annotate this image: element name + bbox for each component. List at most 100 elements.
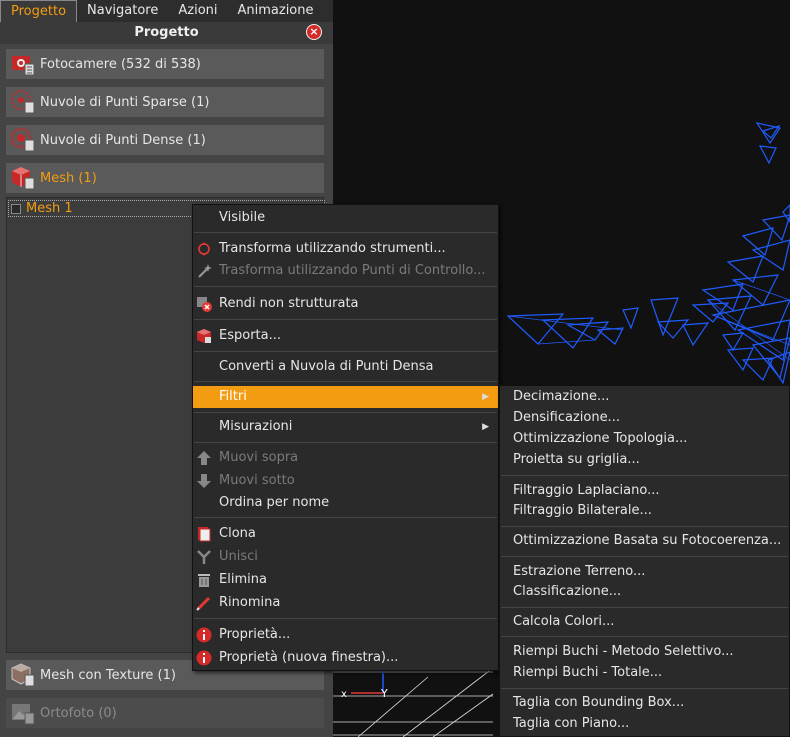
merge-icon	[197, 550, 211, 564]
submenu-item-laplacian[interactable]: Filtraggio Laplaciano...	[500, 480, 789, 502]
submenu-item-cut-bbox[interactable]: Taglia con Bounding Box...	[500, 692, 789, 714]
menu-separator	[194, 232, 497, 233]
submenu-item-grid[interactable]: Proietta su griglia...	[500, 449, 789, 471]
panel-tabs: Progetto Navigatore Azioni Animazione	[0, 0, 333, 22]
submenu-item-photocoherence[interactable]: Ottimizzazione Basata su Fotocoerenza...	[500, 530, 789, 552]
magic-wand-icon	[198, 264, 212, 278]
export-label: Esporta...	[219, 328, 281, 343]
trash-icon	[198, 574, 210, 587]
menu-item-filters[interactable]: Filtri ▶	[193, 386, 498, 408]
export-cube-icon	[197, 329, 211, 343]
section-dense-cloud[interactable]: Nuvole di Punti Dense (1)	[6, 125, 324, 155]
mesh-1-label: Mesh 1	[26, 201, 73, 216]
submenu-item-densification[interactable]: Densificazione...	[500, 407, 789, 429]
submenu-item-holes-total[interactable]: Riempi Buchi - Totale...	[500, 662, 789, 684]
section-cameras[interactable]: Fotocamere (532 di 538)	[6, 49, 324, 79]
menu-item-rename[interactable]: Rinomina	[193, 592, 498, 614]
panel-title: Progetto	[0, 22, 333, 44]
clone-label: Clona	[219, 526, 256, 541]
menu-separator	[194, 319, 497, 320]
menu-separator	[501, 526, 788, 527]
menu-separator	[194, 351, 497, 352]
menu-item-measurements[interactable]: Misurazioni ▶	[193, 416, 498, 438]
submenu-arrow-icon: ▶	[482, 392, 489, 402]
section-dense-label: Nuvole di Punti Dense (1)	[40, 132, 206, 148]
section-cameras-label: Fotocamere (532 di 538)	[40, 56, 201, 72]
properties-new-label: Proprietà (nuova finestra)...	[219, 650, 399, 665]
section-sparse-label: Nuvole di Punti Sparse (1)	[40, 94, 210, 110]
tab-azioni[interactable]: Azioni	[168, 0, 227, 22]
section-mesh-label: Mesh (1)	[40, 170, 97, 186]
camera-icon	[12, 56, 35, 76]
section-orthophoto[interactable]: Ortofoto (0)	[6, 698, 324, 728]
menu-separator	[194, 618, 497, 619]
menu-separator	[501, 688, 788, 689]
close-icon[interactable]: ×	[306, 24, 322, 40]
clone-icon	[198, 527, 211, 542]
transform-icon	[198, 242, 210, 256]
menu-separator	[501, 556, 788, 557]
textured-mesh-icon	[11, 663, 35, 687]
orthophoto-icon	[12, 704, 35, 725]
submenu-item-colors[interactable]: Calcola Colori...	[500, 611, 789, 633]
axis-y-label: Y	[380, 687, 388, 700]
menu-item-properties-new-window[interactable]: Proprietà (nuova finestra)...	[193, 647, 498, 669]
menu-item-merge[interactable]: Unisci	[193, 546, 498, 568]
menu-item-convert-dense[interactable]: Converti a Nuvola di Punti Densa	[193, 356, 498, 378]
measurements-label: Misurazioni	[219, 419, 293, 434]
menu-separator	[194, 381, 497, 382]
menu-item-move-down[interactable]: Muovi sotto	[193, 470, 498, 492]
menu-item-properties[interactable]: Proprietà...	[193, 624, 498, 646]
sparse-cloud-icon	[11, 90, 35, 114]
menu-separator	[194, 412, 497, 413]
filters-label: Filtri	[219, 389, 247, 404]
menu-item-export[interactable]: Esporta...	[193, 325, 498, 347]
section-mesh[interactable]: Mesh (1)	[6, 163, 324, 193]
menu-item-move-up[interactable]: Muovi sopra	[193, 447, 498, 469]
section-textured-label: Mesh con Texture (1)	[40, 667, 176, 683]
arrow-down-icon	[197, 474, 211, 488]
tab-navigatore[interactable]: Navigatore	[77, 0, 168, 22]
menu-separator	[501, 475, 788, 476]
submenu-item-classification[interactable]: Classificazione...	[500, 581, 789, 603]
move-down-label: Muovi sotto	[219, 473, 295, 488]
menu-item-unstructured[interactable]: Rendi non strutturata	[193, 293, 498, 315]
submenu-item-bilateral[interactable]: Filtraggio Bilaterale...	[500, 500, 789, 522]
section-ortho-label: Ortofoto (0)	[40, 705, 117, 721]
menu-item-sort-by-name[interactable]: Ordina per nome	[193, 492, 498, 514]
menu-item-transform-tools[interactable]: Transforma utilizzando strumenti...	[193, 238, 498, 260]
unstructured-icon	[197, 297, 212, 312]
rename-label: Rinomina	[219, 595, 281, 610]
menu-item-transform-gcp[interactable]: Trasforma utilizzando Punti di Controllo…	[193, 260, 498, 282]
pencil-icon	[196, 596, 211, 611]
submenu-item-holes-selective[interactable]: Riempi Buchi - Metodo Selettivo...	[500, 641, 789, 663]
section-sparse-cloud[interactable]: Nuvole di Punti Sparse (1)	[6, 87, 324, 117]
tab-progetto[interactable]: Progetto	[0, 0, 78, 22]
tab-animazione[interactable]: Animazione	[228, 0, 324, 22]
properties-label: Proprietà...	[219, 627, 291, 642]
submenu-item-topology[interactable]: Ottimizzazione Topologia...	[500, 428, 789, 450]
menu-item-clone[interactable]: Clona	[193, 523, 498, 545]
menu-separator	[194, 286, 497, 287]
submenu-item-cut-plane[interactable]: Taglia con Piano...	[500, 713, 789, 735]
move-up-label: Muovi sopra	[219, 450, 299, 465]
dense-cloud-icon	[10, 127, 35, 152]
unstructured-label: Rendi non strutturata	[219, 296, 359, 311]
menu-separator	[501, 636, 788, 637]
merge-label: Unisci	[219, 549, 258, 564]
mesh-1-checkbox[interactable]	[11, 203, 21, 214]
context-menu: Visibile Transforma utilizzando strument…	[192, 204, 499, 671]
transform-gcp-label: Trasforma utilizzando Punti di Controllo…	[219, 263, 486, 278]
transform-tools-label: Transforma utilizzando strumenti...	[219, 241, 446, 256]
menu-item-visible[interactable]: Visibile	[193, 207, 498, 229]
arrow-up-icon	[197, 451, 211, 465]
menu-item-delete[interactable]: Elimina	[193, 569, 498, 591]
submenu-arrow-icon: ▶	[482, 422, 489, 432]
axis-x-label: x	[341, 689, 347, 700]
menu-separator	[194, 517, 497, 518]
info-icon	[196, 650, 212, 666]
mesh-cube-icon	[12, 167, 35, 190]
submenu-item-decimation[interactable]: Decimazione...	[500, 386, 789, 408]
delete-label: Elimina	[219, 572, 267, 587]
submenu-item-terrain[interactable]: Estrazione Terreno...	[500, 561, 789, 583]
